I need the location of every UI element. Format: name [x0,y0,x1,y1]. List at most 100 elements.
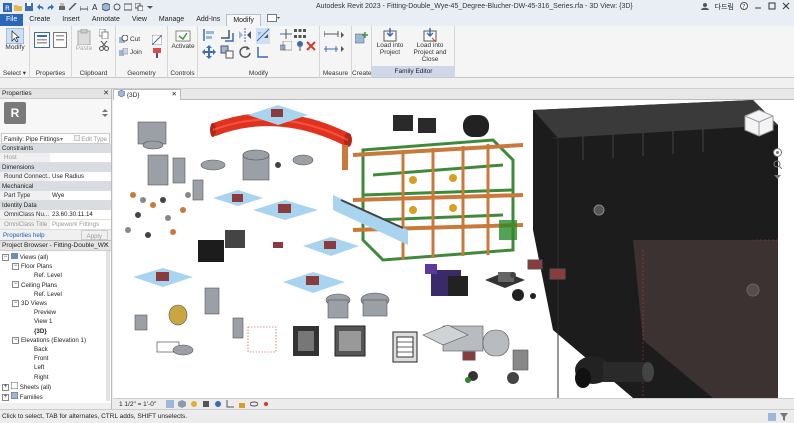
print-icon[interactable] [58,3,66,11]
mirror-draw-axis-button[interactable] [256,28,270,44]
aligned-dimension-button[interactable] [324,43,346,55]
tab-add-ins[interactable]: Add-Ins [190,14,226,26]
nav-dropdown-icon[interactable] [773,172,782,181]
tree-node-ref-level-ceiling[interactable]: Ref. Level [0,290,111,299]
view-cube[interactable] [741,106,777,144]
tree-node-view-1[interactable]: View 1 [0,317,111,326]
scale-button[interactable] [279,40,293,53]
split-element-button[interactable] [280,29,292,41]
worksets-icon[interactable] [768,413,776,421]
steering-wheel-icon[interactable] [773,148,782,157]
user-name[interactable]: 다드림 [715,2,734,12]
browser-close-icon[interactable]: ✕ [103,241,109,251]
3d-view-icon[interactable] [101,2,111,12]
collapse-icon[interactable]: − [2,253,9,261]
tab-create[interactable]: Create [23,14,56,26]
offset-button[interactable] [220,28,234,44]
create-similar-button[interactable] [354,32,369,48]
type-selector[interactable]: R [0,99,111,133]
tree-node-front[interactable]: Front [0,354,111,363]
tree-node-ref-level-floor[interactable]: Ref. Level [0,271,111,280]
measure-icon[interactable] [68,2,77,11]
open-icon[interactable] [14,3,22,11]
collapse-icon[interactable]: − [12,281,19,289]
render-icon[interactable] [214,400,222,408]
tree-node-sheets[interactable]: + Sheets (all) [0,381,111,392]
dimension-icon[interactable] [79,3,89,12]
copy-button[interactable] [96,28,112,41]
paste-button[interactable]: Paste [75,29,93,52]
undo-icon[interactable] [36,3,44,11]
section-icon[interactable] [113,3,121,11]
load-into-project-close-button[interactable]: Load into Project and Close [408,28,452,63]
switch-windows-icon[interactable] [134,2,144,12]
crop-view-icon[interactable] [226,400,234,408]
minimize-icon[interactable] [754,2,762,12]
zoom-icon[interactable] [773,160,782,169]
tree-node-ceiling-plans[interactable]: − Ceiling Plans [0,281,111,290]
detail-level-icon[interactable] [165,400,174,409]
reveal-icon[interactable] [262,400,270,408]
tree-node-3d-views[interactable]: −3D Views [0,299,111,308]
sun-path-icon[interactable] [190,400,198,408]
tree-node-left[interactable]: Left [0,363,111,372]
modify-button[interactable]: Modify [2,28,28,51]
family-selector[interactable]: Family: Pipe Fittings ▾ Edit Type [1,133,110,144]
prop-row-round-connector[interactable]: Round Connect... Use Radius [0,172,111,182]
move-button[interactable] [202,45,216,61]
collapse-icon[interactable]: − [12,299,19,307]
revit-logo-icon[interactable]: R [3,3,12,13]
lock-icon[interactable] [238,400,246,409]
browser-scrollbar[interactable] [106,251,110,401]
prop-row-omniclass-number[interactable]: OmniClass Nu... 23.60.30.11.14 [0,210,111,220]
user-icon[interactable] [700,2,709,12]
tree-node-3d-current[interactable]: {3D} [0,327,111,336]
tab-annotate[interactable]: Annotate [86,14,126,26]
collapse-icon[interactable]: − [12,263,19,271]
scale-label[interactable]: 1 1/2" = 1'-0" [119,401,156,408]
view-tab-close-icon[interactable]: ✕ [172,90,177,100]
tree-node-elevations[interactable]: − Elevations (Elevation 1) [0,336,111,345]
tab-manage[interactable]: Manage [153,14,190,26]
cut-geometry-button[interactable]: Cut [119,35,147,44]
collapse-icon[interactable]: − [12,336,19,344]
properties-close-icon[interactable]: ✕ [103,89,109,99]
tree-node-preview[interactable]: Preview [0,308,111,317]
close-hidden-icon[interactable] [123,3,133,11]
split-face-button[interactable] [151,34,163,47]
type-properties-button[interactable] [52,32,68,48]
delete-button[interactable] [306,41,316,53]
rotate-button[interactable] [238,45,252,61]
purple-pump-model[interactable] [425,264,468,296]
tab-modify[interactable]: Modify [226,14,261,26]
edit-type-button[interactable]: Edit Type [73,134,107,145]
group-mechanical[interactable]: Mechanical [0,182,111,191]
expand-icon[interactable]: + [2,383,9,391]
select-panel-label[interactable]: Select ▾ [0,69,29,77]
text-icon[interactable]: A [91,3,99,12]
measure-between-button[interactable] [323,29,346,41]
tab-insert[interactable]: Insert [56,14,86,26]
ribbon-toggle-icon[interactable] [261,14,287,26]
close-icon[interactable] [782,2,790,12]
tree-node-views-all[interactable]: − Views (all) [0,252,111,262]
properties-button[interactable] [33,32,51,48]
tab-view[interactable]: View [126,14,153,26]
black-tank-model[interactable] [533,100,778,398]
mirror-pick-axis-button[interactable] [238,28,252,44]
maximize-icon[interactable] [768,2,776,12]
tree-node-families[interactable]: + Families [0,391,111,402]
tree-node-right[interactable]: Right [0,373,111,382]
expand-icon[interactable]: + [2,393,9,401]
align-button[interactable] [202,28,216,44]
visual-style-icon[interactable] [177,400,186,409]
group-constraints[interactable]: Constraints [0,144,111,153]
properties-help-link[interactable]: Properties help [3,230,45,240]
cut-small-button[interactable] [96,40,112,53]
pin-button[interactable] [294,41,306,53]
array-button[interactable] [294,29,306,41]
group-dimensions[interactable]: Dimensions [0,163,111,172]
customize-qat-icon[interactable] [146,3,154,11]
manifold-rack-model[interactable] [342,115,524,262]
help-icon[interactable]: ? [740,2,748,12]
